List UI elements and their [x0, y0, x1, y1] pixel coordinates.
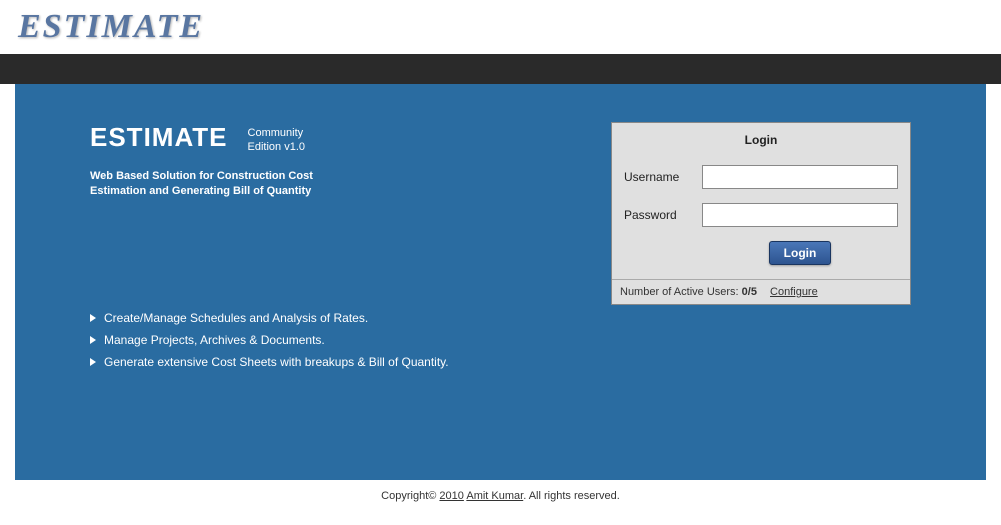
- logo: ESTIMATE: [18, 8, 204, 45]
- edition-label: Community Edition v1.0: [248, 126, 305, 155]
- password-input[interactable]: [702, 203, 898, 227]
- header: ESTIMATE: [0, 0, 1001, 54]
- list-item: Create/Manage Schedules and Analysis of …: [90, 307, 449, 329]
- hero-section: ESTIMATE Community Edition v1.0 Web Base…: [90, 122, 449, 450]
- login-title: Login: [612, 123, 910, 157]
- triangle-right-icon: [90, 358, 96, 366]
- feature-text: Generate extensive Cost Sheets with brea…: [104, 355, 449, 369]
- triangle-right-icon: [90, 336, 96, 344]
- feature-list: Create/Manage Schedules and Analysis of …: [90, 307, 449, 373]
- active-users-label: Number of Active Users:: [620, 286, 742, 298]
- feature-text: Create/Manage Schedules and Analysis of …: [104, 311, 368, 325]
- triangle-right-icon: [90, 314, 96, 322]
- list-item: Generate extensive Cost Sheets with brea…: [90, 351, 449, 373]
- username-label: Username: [624, 170, 702, 184]
- username-input[interactable]: [702, 165, 898, 189]
- footer: Copyright© 2010 Amit Kumar. All rights r…: [0, 480, 1001, 512]
- login-form: Username Password Login: [612, 157, 910, 279]
- tagline: Web Based Solution for Construction Cost…: [90, 169, 449, 200]
- login-button[interactable]: Login: [769, 241, 832, 265]
- navbar: [0, 54, 1001, 84]
- login-panel: Login Username Password Login Number of …: [611, 122, 911, 305]
- list-item: Manage Projects, Archives & Documents.: [90, 329, 449, 351]
- app-title: ESTIMATE: [90, 122, 228, 153]
- feature-text: Manage Projects, Archives & Documents.: [104, 333, 325, 347]
- login-footer: Number of Active Users: 0/5 Configure: [612, 279, 910, 304]
- configure-link[interactable]: Configure: [770, 286, 818, 298]
- footer-year: 2010: [439, 490, 463, 502]
- footer-author: Amit Kumar: [466, 490, 523, 502]
- active-users-count: 0/5: [742, 286, 757, 298]
- main-content: ESTIMATE Community Edition v1.0 Web Base…: [15, 84, 986, 480]
- password-label: Password: [624, 208, 702, 222]
